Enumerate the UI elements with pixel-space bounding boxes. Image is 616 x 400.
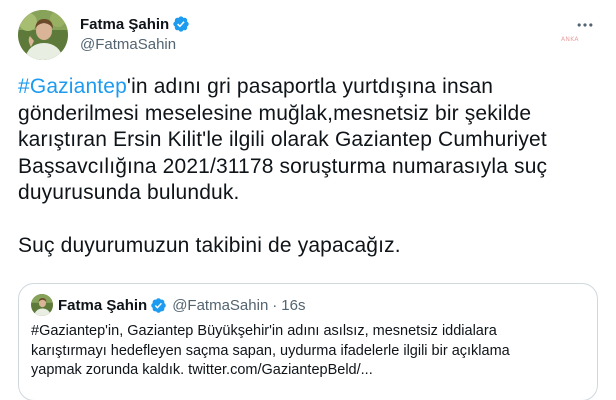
author-display-name[interactable]: Fatma Şahin	[80, 16, 169, 33]
tweet-text-line: Suç duyurumuzun takibini de yapacağız.	[18, 234, 401, 257]
quoted-text-line: #Gaziantep'in, Gaziantep Büyükşehir'in a…	[31, 323, 497, 339]
tweet-text-line: gönderilmesi meselesine muğlak,mesnetsiz…	[18, 101, 532, 125]
quoted-tweet-text: #Gaziantep'in, Gaziantep Büyükşehir'in a…	[31, 322, 587, 381]
quoted-tweet-header: Fatma Şahin @FatmaSahin · 16s	[31, 294, 305, 316]
tweet-text-line: #Gaziantep'in adını gri pasaportla yurtd…	[18, 74, 608, 101]
tweet-text: #Gaziantep'in adını gri pasaportla yurtd…	[18, 74, 608, 260]
tweet-text-line: karıştıran Ersin Kilit'le ilgili olarak …	[18, 128, 547, 151]
profile-photo	[18, 10, 68, 60]
quoted-author-avatar[interactable]	[31, 294, 53, 316]
verified-badge-icon	[173, 16, 189, 32]
tweet-text-segment: 'in adını gri pasaportla yurtdışına insa…	[126, 75, 494, 98]
separator-dot: ·	[272, 296, 278, 314]
quoted-text-line: karıştırmayı hedefleyen saçma sapan, uyd…	[31, 342, 510, 359]
quoted-tweet-time[interactable]: 16s	[281, 297, 305, 314]
quoted-text-line: yapmak zorunda kaldık. twitter.com/Gazia…	[31, 362, 373, 378]
quoted-author-handle[interactable]: @FatmaSahin	[172, 297, 268, 314]
tweet-card: Fatma Şahin @FatmaSahin ANKA #Gaziantep'…	[0, 0, 616, 400]
quoted-author-name[interactable]: Fatma Şahin	[58, 297, 147, 314]
more-horizontal-icon	[577, 23, 593, 27]
quoted-tweet[interactable]: Fatma Şahin @FatmaSahin · 16s #Gaziantep…	[18, 283, 598, 400]
profile-photo	[31, 294, 53, 316]
verified-badge-icon	[151, 297, 166, 313]
author-avatar[interactable]	[18, 10, 68, 60]
tweet-text-line: Başsavcılığına 2021/31178 soruşturma num…	[18, 154, 548, 178]
author-handle[interactable]: @FatmaSahin	[80, 36, 176, 53]
author-name-row: Fatma Şahin	[80, 14, 190, 34]
hashtag-link[interactable]: #Gaziantep	[18, 75, 127, 98]
watermark: ANKA	[561, 36, 579, 43]
tweet-text-line: duyurusunda bulunduk.	[18, 181, 240, 204]
